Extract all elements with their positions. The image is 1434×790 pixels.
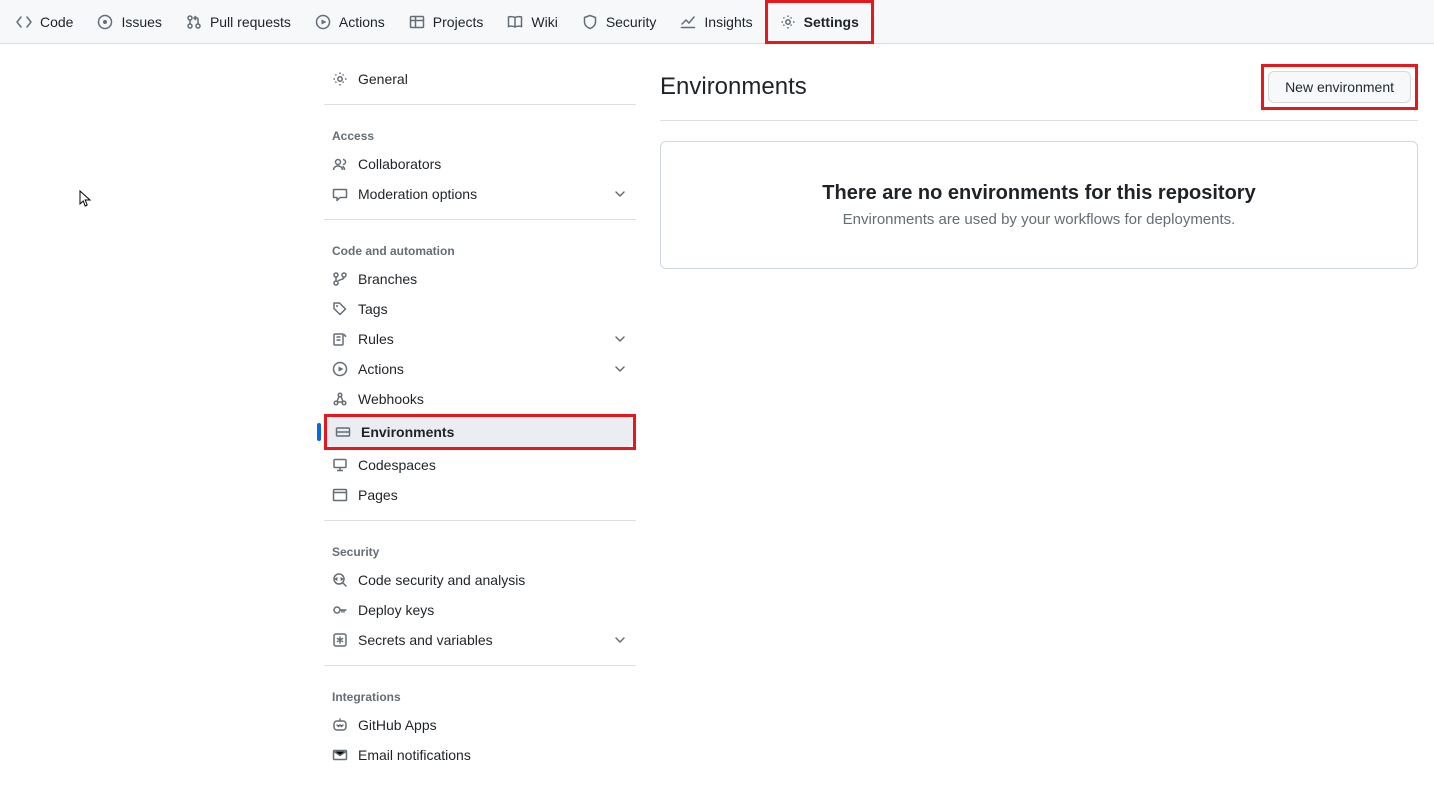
asterisk-icon: [332, 632, 348, 648]
sidebar-item-label: Moderation options: [358, 186, 477, 202]
shield-icon: [582, 14, 598, 30]
repo-tab-label: Security: [606, 14, 657, 30]
sidebar-item-label: Code security and analysis: [358, 572, 525, 588]
sidebar-item-actions[interactable]: Actions: [324, 354, 636, 384]
sidebar-item-label: Secrets and variables: [358, 632, 493, 648]
graph-icon: [680, 14, 696, 30]
new-environment-button[interactable]: New environment: [1268, 71, 1411, 103]
pr-icon: [186, 14, 202, 30]
sidebar-item-label: Actions: [358, 361, 404, 377]
repo-tab-security[interactable]: Security: [570, 2, 669, 42]
sidebar-item-collaborators[interactable]: Collaborators: [324, 149, 636, 179]
sidebar-general[interactable]: General: [324, 64, 636, 94]
sidebar-section-title: Integrations: [324, 676, 636, 710]
settings-sidebar: General Access Collaborators Moderation opt…: [324, 64, 636, 770]
sidebar-item-deploykeys[interactable]: Deploy keys: [324, 595, 636, 625]
repo-tab-label: Issues: [121, 14, 161, 30]
repo-tab-label: Projects: [433, 14, 484, 30]
sidebar-section-title: Security: [324, 531, 636, 565]
sidebar-item-label: Email notifications: [358, 747, 471, 763]
highlight-new-environment: New environment: [1261, 64, 1418, 110]
sidebar-item-label: GitHub Apps: [358, 717, 437, 733]
key-icon: [332, 602, 348, 618]
sidebar-item-webhooks[interactable]: Webhooks: [324, 384, 636, 414]
sidebar-item-label: Codespaces: [358, 457, 436, 473]
server-icon: [335, 424, 351, 440]
repo-tab-projects[interactable]: Projects: [397, 2, 496, 42]
code-icon: [16, 14, 32, 30]
highlight-settings-tab: Settings: [765, 0, 874, 44]
page-title: Environments: [660, 73, 807, 101]
codescan-icon: [332, 572, 348, 588]
codespaces-icon: [332, 457, 348, 473]
sidebar-item-label: Tags: [358, 301, 388, 317]
repo-tab-label: Insights: [704, 14, 752, 30]
sidebar-item-environments[interactable]: Environments: [327, 417, 633, 447]
comment-icon: [332, 186, 348, 202]
issue-icon: [97, 14, 113, 30]
browser-icon: [332, 487, 348, 503]
people-icon: [332, 156, 348, 172]
repo-tab-settings[interactable]: Settings: [768, 3, 871, 41]
empty-state-subtext: Environments are used by your workflows …: [693, 211, 1385, 228]
repo-tab-label: Actions: [339, 14, 385, 30]
table-icon: [409, 14, 425, 30]
empty-state: There are no environments for this repos…: [660, 141, 1418, 269]
repo-tab-code[interactable]: Code: [4, 2, 85, 42]
gear-icon: [780, 14, 796, 30]
sidebar-item-label: Webhooks: [358, 391, 424, 407]
repo-tab-pull[interactable]: Pull requests: [174, 2, 303, 42]
repo-tab-actions[interactable]: Actions: [303, 2, 397, 42]
highlight-environments-item: Environments: [324, 414, 636, 450]
sidebar-item-moderation[interactable]: Moderation options: [324, 179, 636, 209]
sidebar-item-rules[interactable]: Rules: [324, 324, 636, 354]
repo-nav: Code Issues Pull requests Actions Projects Wi…: [0, 0, 1434, 44]
sidebar-item-label: Branches: [358, 271, 417, 287]
repo-tab-insights[interactable]: Insights: [668, 2, 764, 42]
repo-tab-label: Wiki: [531, 14, 557, 30]
repo-tab-label: Pull requests: [210, 14, 291, 30]
sidebar-item-label: Deploy keys: [358, 602, 434, 618]
webhook-icon: [332, 391, 348, 407]
sidebar-item-secrets[interactable]: Secrets and variables: [324, 625, 636, 655]
sidebar-item-label: Collaborators: [358, 156, 441, 172]
settings-main: Environments New environment There are n…: [660, 64, 1418, 770]
sidebar-item-label: General: [358, 71, 408, 87]
empty-state-heading: There are no environments for this repos…: [693, 182, 1385, 205]
sidebar-item-tags[interactable]: Tags: [324, 294, 636, 324]
sidebar-section-title: Code and automation: [324, 230, 636, 264]
mail-icon: [332, 747, 348, 763]
sidebar-item-branches[interactable]: Branches: [324, 264, 636, 294]
main-header: Environments New environment: [660, 64, 1418, 121]
repo-tab-wiki[interactable]: Wiki: [495, 2, 569, 42]
sidebar-section-title: Access: [324, 115, 636, 149]
sidebar-item-label: Environments: [361, 424, 454, 440]
play-icon: [315, 14, 331, 30]
hubot-icon: [332, 717, 348, 733]
sidebar-item-codespaces[interactable]: Codespaces: [324, 450, 636, 480]
chevron-down-icon: [612, 632, 628, 648]
rules-icon: [332, 331, 348, 347]
sidebar-item-ghapps[interactable]: GitHub Apps: [324, 710, 636, 740]
sidebar-item-codesec[interactable]: Code security and analysis: [324, 565, 636, 595]
sidebar-item-email[interactable]: Email notifications: [324, 740, 636, 770]
play-icon: [332, 361, 348, 377]
repo-tab-label: Code: [40, 14, 73, 30]
gear-icon: [332, 71, 348, 87]
repo-tab-label: Settings: [804, 14, 859, 30]
chevron-down-icon: [612, 186, 628, 202]
book-icon: [507, 14, 523, 30]
tag-icon: [332, 301, 348, 317]
sidebar-item-pages[interactable]: Pages: [324, 480, 636, 510]
sidebar-item-label: Pages: [358, 487, 398, 503]
sidebar-item-label: Rules: [358, 331, 394, 347]
chevron-down-icon: [612, 331, 628, 347]
settings-layout: General Access Collaborators Moderation opt…: [0, 44, 1434, 790]
branch-icon: [332, 271, 348, 287]
chevron-down-icon: [612, 361, 628, 377]
repo-tab-issues[interactable]: Issues: [85, 2, 173, 42]
